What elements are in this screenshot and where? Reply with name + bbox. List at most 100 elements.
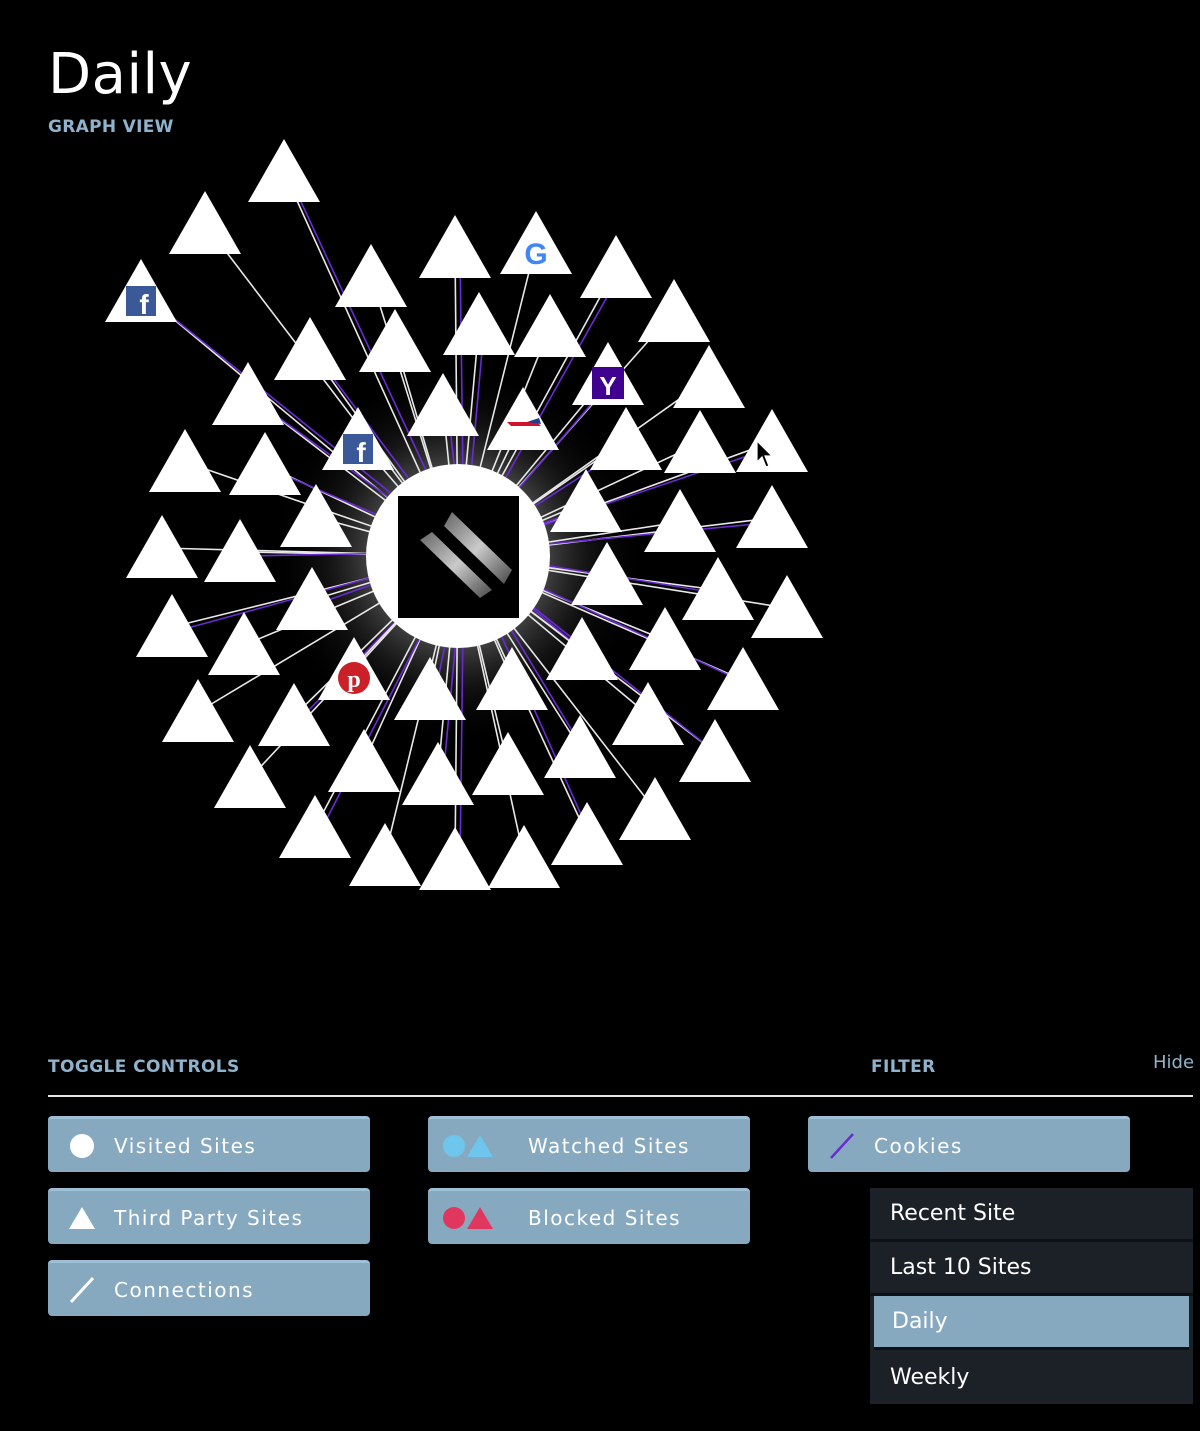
filter-option-weekly[interactable]: Weekly	[870, 1350, 1193, 1404]
third-party-node[interactable]	[162, 679, 234, 742]
third-party-sites-toggle[interactable]: Third Party Sites	[48, 1188, 370, 1244]
third-party-triangle[interactable]	[126, 515, 198, 578]
site-favicon	[398, 496, 519, 618]
third-party-node[interactable]	[736, 485, 808, 548]
third-party-node[interactable]	[612, 682, 684, 745]
visited-sites-label: Visited Sites	[114, 1133, 257, 1158]
third-party-node[interactable]	[229, 432, 301, 495]
facebook-icon: f	[343, 434, 373, 468]
third-party-triangle[interactable]	[551, 802, 623, 865]
third-party-node[interactable]	[149, 429, 221, 492]
third-party-node[interactable]	[402, 742, 474, 805]
blocked-circle-triangle-icon	[428, 1191, 498, 1244]
filter-option-daily[interactable]: Daily	[874, 1296, 1189, 1350]
third-party-triangle[interactable]	[514, 294, 586, 357]
third-party-triangle[interactable]	[419, 215, 491, 278]
third-party-triangle[interactable]	[149, 429, 221, 492]
third-party-triangle[interactable]	[638, 279, 710, 342]
third-party-triangle[interactable]	[214, 745, 286, 808]
google-icon: G	[524, 238, 547, 271]
third-party-triangle[interactable]	[169, 191, 241, 254]
third-party-node[interactable]	[419, 827, 491, 890]
third-party-node[interactable]	[664, 410, 736, 473]
third-party-triangle[interactable]	[619, 777, 691, 840]
svg-text:p: p	[347, 667, 360, 693]
triangle-icon	[48, 1191, 102, 1244]
third-party-node[interactable]	[214, 745, 286, 808]
third-party-node[interactable]	[514, 294, 586, 357]
third-party-node[interactable]	[419, 215, 491, 278]
third-party-triangle[interactable]	[580, 235, 652, 298]
cookies-toggle[interactable]: Cookies	[808, 1116, 1130, 1172]
third-party-node[interactable]	[169, 191, 241, 254]
third-party-triangle[interactable]	[644, 489, 716, 552]
third-party-triangle[interactable]	[208, 612, 280, 675]
third-party-triangle[interactable]	[328, 729, 400, 792]
third-party-triangle[interactable]	[707, 647, 779, 710]
connections-toggle[interactable]: Connections	[48, 1260, 370, 1316]
svg-text:f: f	[356, 437, 366, 468]
third-party-node[interactable]	[248, 139, 320, 202]
third-party-triangle[interactable]	[679, 719, 751, 782]
third-party-node[interactable]	[359, 309, 431, 372]
hide-controls-link[interactable]: Hide	[1153, 1052, 1194, 1073]
filter-option-recent-site[interactable]: Recent Site	[870, 1188, 1193, 1242]
third-party-node[interactable]	[274, 317, 346, 380]
third-party-node[interactable]	[551, 802, 623, 865]
blocked-sites-toggle[interactable]: Blocked Sites	[428, 1188, 750, 1244]
third-party-triangle[interactable]	[212, 362, 284, 425]
third-party-triangle[interactable]	[488, 825, 560, 888]
third-party-node[interactable]	[679, 719, 751, 782]
third-party-triangle[interactable]	[664, 410, 736, 473]
third-party-triangle[interactable]	[402, 742, 474, 805]
third-party-triangle[interactable]	[359, 309, 431, 372]
visited-site-node[interactable]	[366, 464, 550, 648]
filter-dropdown[interactable]: Recent Site Last 10 Sites Daily Weekly	[870, 1188, 1193, 1404]
third-party-triangle[interactable]	[443, 292, 515, 355]
visited-sites-toggle[interactable]: Visited Sites	[48, 1116, 370, 1172]
third-party-triangle[interactable]	[279, 795, 351, 858]
svg-text:f: f	[139, 289, 149, 320]
third-party-node[interactable]	[328, 729, 400, 792]
third-party-node[interactable]	[126, 515, 198, 578]
third-party-node[interactable]	[208, 612, 280, 675]
third-party-triangle[interactable]	[335, 244, 407, 307]
watched-sites-toggle[interactable]: Watched Sites	[428, 1116, 750, 1172]
third-party-node[interactable]	[638, 279, 710, 342]
third-party-node[interactable]	[707, 647, 779, 710]
third-party-triangle[interactable]	[349, 823, 421, 886]
controls-divider	[48, 1095, 1193, 1097]
third-party-triangle[interactable]	[736, 485, 808, 548]
third-party-triangle[interactable]	[612, 682, 684, 745]
third-party-triangle[interactable]	[229, 432, 301, 495]
third-party-node[interactable]	[212, 362, 284, 425]
third-party-node[interactable]	[736, 409, 808, 472]
filter-option-last-10-sites[interactable]: Last 10 Sites	[870, 1242, 1193, 1296]
facebook-node[interactable]: f	[105, 259, 177, 322]
third-party-node[interactable]	[349, 823, 421, 886]
third-party-node[interactable]	[488, 825, 560, 888]
third-party-triangle[interactable]	[162, 679, 234, 742]
third-party-triangle[interactable]	[419, 827, 491, 890]
third-party-node[interactable]	[443, 292, 515, 355]
third-party-node[interactable]	[751, 575, 823, 638]
third-party-triangle[interactable]	[248, 139, 320, 202]
third-party-node[interactable]	[279, 795, 351, 858]
cookies-label: Cookies	[874, 1133, 963, 1158]
third-party-triangle[interactable]	[736, 409, 808, 472]
watched-circle-triangle-icon	[428, 1119, 498, 1172]
third-party-node[interactable]	[644, 489, 716, 552]
third-party-triangle[interactable]	[274, 317, 346, 380]
network-graph[interactable]: f G Y f p	[0, 120, 900, 920]
third-party-node[interactable]	[673, 345, 745, 408]
third-party-node[interactable]	[619, 777, 691, 840]
watched-sites-label: Watched Sites	[528, 1133, 690, 1158]
third-party-triangle[interactable]	[751, 575, 823, 638]
pinterest-icon: p	[338, 662, 370, 694]
third-party-triangle[interactable]	[673, 345, 745, 408]
page-title: Daily	[48, 42, 193, 107]
third-party-node[interactable]	[580, 235, 652, 298]
google-node[interactable]: G	[500, 211, 572, 274]
blocked-sites-label: Blocked Sites	[528, 1205, 682, 1230]
third-party-node[interactable]	[335, 244, 407, 307]
